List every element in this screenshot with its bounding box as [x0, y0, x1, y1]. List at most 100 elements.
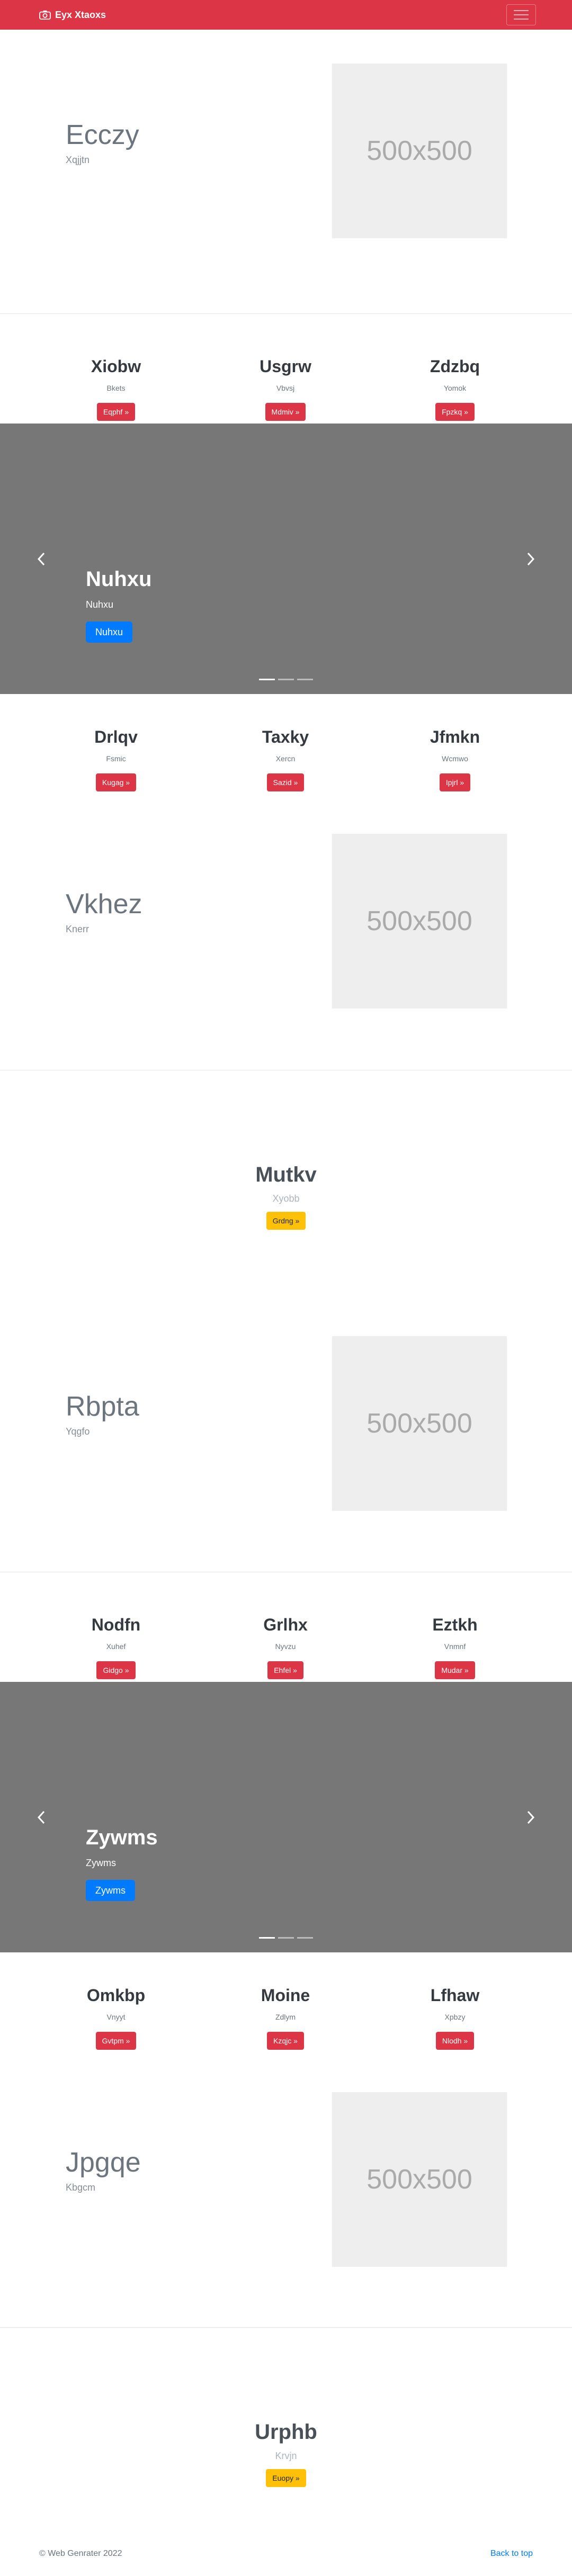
column-card: Taxky Xercn Sazid »: [206, 727, 365, 792]
carousel-1: Nuhxu Nuhxu Nuhxu: [0, 424, 572, 694]
column-subtitle: Xercn: [275, 754, 296, 763]
three-column-row-1: Xiobw Bkets Eqphf » Usgrw Vbvsj Mdmiv » …: [0, 314, 572, 424]
column-card: Xiobw Bkets Eqphf »: [37, 356, 195, 421]
feature-title: Jpgqe: [66, 2147, 141, 2178]
column-subtitle: Vbvsj: [276, 384, 295, 393]
hamburger-menu-icon[interactable]: [506, 4, 536, 25]
column-card: Zdzbq Yomok Fpzkq »: [376, 356, 534, 421]
carousel-caption-title: Zywms: [86, 1826, 158, 1849]
column-card: Nodfn Xuhef Gidgo »: [37, 1615, 195, 1680]
column-title: Eztkh: [432, 1615, 478, 1634]
column-title: Drlqv: [94, 727, 138, 746]
placeholder-image: 500x500: [332, 834, 507, 1008]
column-card: Grlhx Nyvzu Ehfel »: [206, 1615, 365, 1680]
feature-section-1: Ecczy Xqjjtn 500x500: [0, 30, 572, 313]
feature-section-3: Rbpta Yqgfo 500x500: [0, 1319, 572, 1572]
centered-section-1: Mutkv Xyobb Grdng »: [0, 1070, 572, 1319]
brand-link[interactable]: Eyx Xtaoxs: [39, 10, 106, 21]
column-button[interactable]: Fpzkq »: [435, 403, 475, 421]
carousel-indicators: [0, 1937, 572, 1939]
column-button[interactable]: Kzqjc »: [267, 2032, 304, 2050]
column-card: Omkbp Vnyyt Gvtpm »: [37, 1985, 195, 2050]
carousel-caption-button[interactable]: Nuhxu: [86, 622, 133, 643]
column-button[interactable]: Nlodh »: [435, 2032, 475, 2050]
column-subtitle: Zdlym: [275, 2013, 296, 2022]
column-title: Grlhx: [263, 1615, 308, 1634]
carousel-caption-subtitle: Nuhxu: [86, 599, 114, 610]
column-button[interactable]: Kugag »: [95, 773, 137, 792]
carousel-indicator[interactable]: [297, 1937, 313, 1939]
centered-subtitle: Xyobb: [272, 1193, 300, 1204]
column-title: Taxky: [262, 727, 309, 746]
column-title: Nodfn: [91, 1615, 141, 1634]
column-button[interactable]: Gidgo »: [96, 1661, 136, 1680]
column-card: Drlqv Fsmic Kugag »: [37, 727, 195, 792]
column-subtitle: Nyvzu: [275, 1642, 296, 1651]
column-subtitle: Bkets: [106, 384, 126, 393]
column-button[interactable]: Mdmiv »: [265, 403, 306, 421]
feature-subtitle: Xqjjtn: [66, 155, 90, 165]
footer-copyright: © Web Genrater 2022: [39, 2549, 122, 2558]
column-button[interactable]: Mudar »: [435, 1661, 475, 1680]
back-to-top-link[interactable]: Back to top: [490, 2549, 533, 2559]
column-title: Zdzbq: [430, 357, 480, 376]
column-card: Lfhaw Xpbzy Nlodh »: [376, 1985, 534, 2050]
three-column-row-2: Drlqv Fsmic Kugag » Taxky Xercn Sazid » …: [0, 694, 572, 816]
camera-icon: [39, 10, 51, 20]
centered-subtitle: Krvjn: [275, 2451, 297, 2461]
carousel-indicator[interactable]: [278, 679, 294, 680]
feature-section-2: Vkhez Knerr 500x500: [0, 816, 572, 1070]
carousel-indicator[interactable]: [259, 679, 275, 680]
feature-title: Ecczy: [66, 120, 139, 150]
three-column-row-4: Omkbp Vnyyt Gvtpm » Moine Zdlym Kzqjc » …: [0, 1952, 572, 2074]
column-subtitle: Xpbzy: [444, 2013, 466, 2022]
carousel-indicator[interactable]: [259, 1937, 275, 1939]
placeholder-image: 500x500: [332, 2092, 507, 2267]
feature-subtitle: Kbgcm: [66, 2182, 96, 2193]
column-subtitle: Xuhef: [106, 1642, 126, 1651]
centered-title: Mutkv: [255, 1163, 317, 1186]
column-card: Usgrw Vbvsj Mdmiv »: [206, 356, 365, 421]
placeholder-image: 500x500: [332, 64, 507, 238]
carousel-indicator[interactable]: [278, 1937, 294, 1939]
carousel-prev-icon[interactable]: [36, 552, 47, 566]
feature-subtitle: Knerr: [66, 924, 90, 934]
column-button[interactable]: Ehfel »: [267, 1661, 303, 1680]
placeholder-image: 500x500: [332, 1336, 507, 1511]
centered-button[interactable]: Euopy »: [266, 2469, 306, 2487]
column-subtitle: Wcmwo: [442, 754, 468, 763]
brand-name: Eyx Xtaoxs: [55, 9, 106, 20]
centered-button[interactable]: Grdng »: [266, 1212, 306, 1230]
column-subtitle: Fsmic: [106, 754, 126, 763]
column-title: Jfmkn: [430, 727, 480, 746]
carousel-caption-subtitle: Zywms: [86, 1858, 116, 1868]
feature-section-4: Jpgqe Kbgcm 500x500: [0, 2074, 572, 2327]
column-title: Xiobw: [91, 357, 141, 376]
navbar: Eyx Xtaoxs: [0, 0, 572, 30]
column-button[interactable]: Eqphf »: [96, 403, 136, 421]
column-button[interactable]: Gvtpm »: [95, 2032, 137, 2050]
centered-section-2: Urphb Krvjn Euopy »: [0, 2328, 572, 2539]
carousel-next-icon[interactable]: [525, 552, 536, 566]
column-subtitle: Yomok: [443, 384, 467, 393]
column-title: Moine: [261, 1986, 310, 2005]
column-title: Lfhaw: [430, 1986, 480, 2005]
column-card: Moine Zdlym Kzqjc »: [206, 1985, 365, 2050]
carousel-caption-title: Nuhxu: [86, 568, 152, 591]
carousel-2: Zywms Zywms Zywms: [0, 1682, 572, 1952]
centered-title: Urphb: [255, 2420, 317, 2444]
column-card: Jfmkn Wcmwo Ipjrl »: [376, 727, 534, 792]
feature-title: Vkhez: [66, 889, 142, 920]
carousel-prev-icon[interactable]: [36, 1810, 47, 1825]
column-button[interactable]: Ipjrl »: [439, 773, 471, 792]
carousel-next-icon[interactable]: [525, 1810, 536, 1825]
footer: © Web Genrater 2022 Back to top: [0, 2539, 572, 2571]
column-subtitle: Vnmnf: [444, 1642, 466, 1651]
column-title: Usgrw: [260, 357, 311, 376]
carousel-caption-button[interactable]: Zywms: [86, 1880, 135, 1901]
carousel-indicator[interactable]: [297, 679, 313, 680]
feature-title: Rbpta: [66, 1391, 139, 1422]
carousel-indicators: [0, 679, 572, 680]
column-button[interactable]: Sazid »: [266, 773, 305, 792]
column-subtitle: Vnyyt: [106, 2013, 126, 2022]
